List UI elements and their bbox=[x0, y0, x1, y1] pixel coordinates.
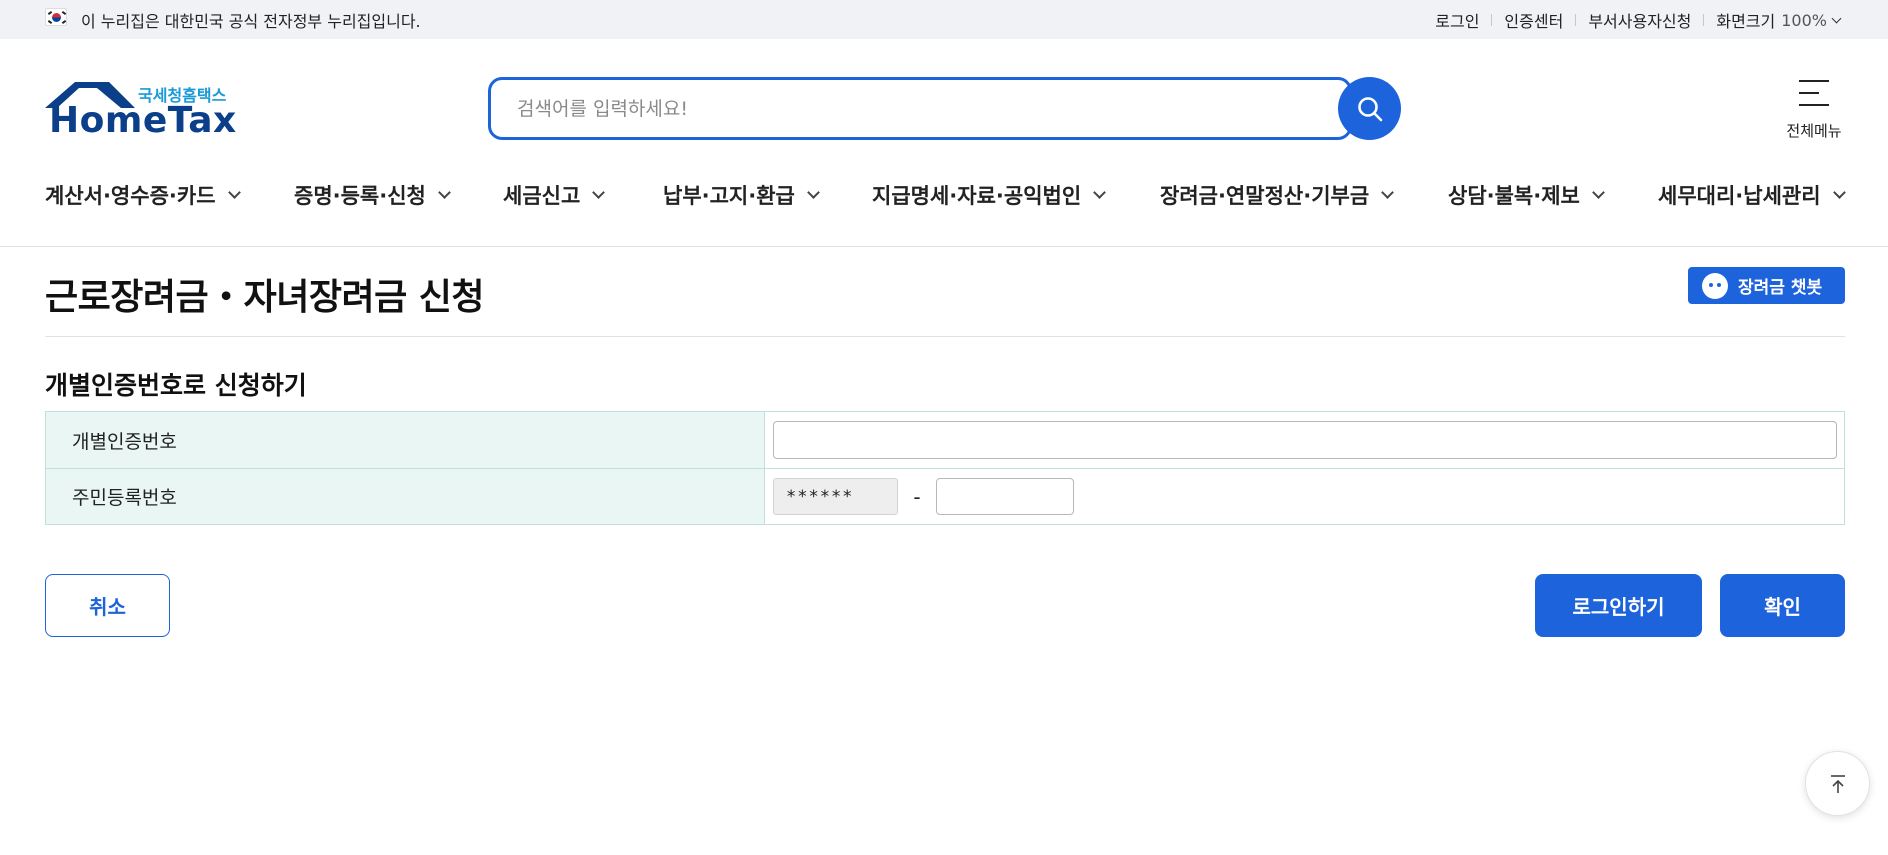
chatbot-label: 장려금 챗봇 bbox=[1738, 278, 1823, 298]
chevron-down-icon bbox=[592, 185, 606, 199]
gnb-item-label: 장려금·연말정산·기부금 bbox=[1160, 184, 1370, 208]
utility-links: 로그인 인증센터 부서사용자신청 화면크기 100% bbox=[1435, 8, 1842, 32]
divider bbox=[45, 336, 1845, 337]
gnb-item-tax-agent[interactable]: 세무대리·납세관리 bbox=[1658, 180, 1846, 210]
gov-banner: 이 누리집은 대한민국 공식 전자정부 누리집입니다. 로그인 인증센터 부서사… bbox=[0, 0, 1888, 39]
cert-center-link[interactable]: 인증센터 bbox=[1504, 8, 1563, 32]
gnb-item-label: 계산서·영수증·카드 bbox=[45, 184, 216, 208]
scroll-to-top-button[interactable] bbox=[1805, 751, 1870, 816]
gnb-item-statement[interactable]: 지급명세·자료·공익법인 bbox=[872, 180, 1107, 210]
chevron-down-icon bbox=[438, 185, 451, 199]
gnb-item-label: 세무대리·납세관리 bbox=[1658, 184, 1821, 208]
cert-number-label: 개별인증번호 bbox=[46, 412, 765, 468]
gnb-item-payment[interactable]: 납부·고지·환급 bbox=[663, 180, 820, 210]
gnb-item-label: 납부·고지·환급 bbox=[663, 184, 795, 208]
zoom-control[interactable]: 화면크기 100% bbox=[1716, 8, 1842, 32]
logo-brand-en: HomeTax bbox=[49, 100, 237, 141]
gnb-item-incentive[interactable]: 장려금·연말정산·기부금 bbox=[1160, 180, 1395, 210]
search-button[interactable] bbox=[1338, 77, 1401, 140]
chevron-down-icon bbox=[1832, 185, 1846, 199]
gnb-item-tax-return[interactable]: 세금신고 bbox=[503, 180, 606, 210]
gnb-item-certificate[interactable]: 증명·등록·신청 bbox=[294, 180, 451, 210]
search-input[interactable] bbox=[517, 94, 1297, 124]
page-title: 근로장려금・자녀장려금 신청 bbox=[45, 277, 484, 318]
cert-number-input[interactable] bbox=[773, 421, 1837, 459]
form-value-cell bbox=[765, 412, 1844, 468]
login-link[interactable]: 로그인 bbox=[1435, 8, 1479, 32]
gnb-item-label: 지급명세·자료·공익법인 bbox=[872, 184, 1082, 208]
divider bbox=[1491, 14, 1493, 26]
section-title: 개별인증번호로 신청하기 bbox=[45, 371, 307, 400]
gov-banner-text: 이 누리집은 대한민국 공식 전자정부 누리집입니다. bbox=[81, 12, 421, 31]
arrow-up-icon bbox=[1830, 774, 1845, 793]
chevron-down-icon bbox=[1592, 185, 1605, 199]
chevron-down-icon bbox=[1831, 13, 1842, 23]
chevron-down-icon bbox=[227, 185, 241, 199]
rrn-front-field: ****** bbox=[773, 478, 898, 515]
dept-user-link[interactable]: 부서사용자신청 bbox=[1588, 8, 1691, 32]
confirm-button[interactable]: 확인 bbox=[1720, 574, 1845, 637]
form-row-cert-number: 개별인증번호 bbox=[46, 412, 1844, 468]
chatbot-button[interactable]: 장려금 챗봇 bbox=[1688, 267, 1845, 304]
cancel-button[interactable]: 취소 bbox=[45, 574, 170, 637]
form-row-rrn: 주민등록번호 ****** - bbox=[46, 468, 1844, 524]
all-menu-button[interactable]: 전체메뉴 bbox=[1778, 78, 1850, 140]
main-navigation: 계산서·영수증·카드 증명·등록·신청 세금신고 납부·고지·환급 지급명세·자… bbox=[45, 180, 1846, 210]
chatbot-icon bbox=[1702, 272, 1728, 299]
hometax-logo[interactable]: 국세청홈택스 HomeTax bbox=[45, 80, 237, 141]
zoom-value: 100% bbox=[1781, 10, 1827, 30]
gnb-item-invoice[interactable]: 계산서·영수증·카드 bbox=[45, 180, 241, 210]
gnb-item-label: 세금신고 bbox=[503, 184, 581, 208]
divider bbox=[0, 246, 1888, 247]
login-button[interactable]: 로그인하기 bbox=[1535, 574, 1702, 637]
form-value-cell: ****** - bbox=[765, 469, 1844, 524]
chevron-down-icon bbox=[1381, 185, 1395, 199]
gnb-item-label: 증명·등록·신청 bbox=[294, 184, 426, 208]
rrn-back-input[interactable] bbox=[936, 478, 1074, 515]
search-icon bbox=[1357, 96, 1382, 121]
chevron-down-icon bbox=[807, 185, 820, 199]
hamburger-icon bbox=[1799, 80, 1829, 116]
rrn-dash: - bbox=[913, 484, 921, 509]
chevron-down-icon bbox=[1093, 185, 1107, 199]
gnb-item-label: 상담·불복·제보 bbox=[1448, 184, 1580, 208]
search-box bbox=[488, 77, 1352, 140]
form-table: 개별인증번호 주민등록번호 ****** - bbox=[45, 411, 1845, 525]
zoom-label: 화면크기 bbox=[1716, 12, 1776, 31]
gnb-item-consult[interactable]: 상담·불복·제보 bbox=[1448, 180, 1605, 210]
divider bbox=[1575, 14, 1577, 26]
all-menu-label: 전체메뉴 bbox=[1786, 122, 1842, 140]
korean-flag-icon bbox=[45, 8, 67, 26]
rrn-label: 주민등록번호 bbox=[46, 469, 765, 524]
divider bbox=[1703, 14, 1705, 26]
